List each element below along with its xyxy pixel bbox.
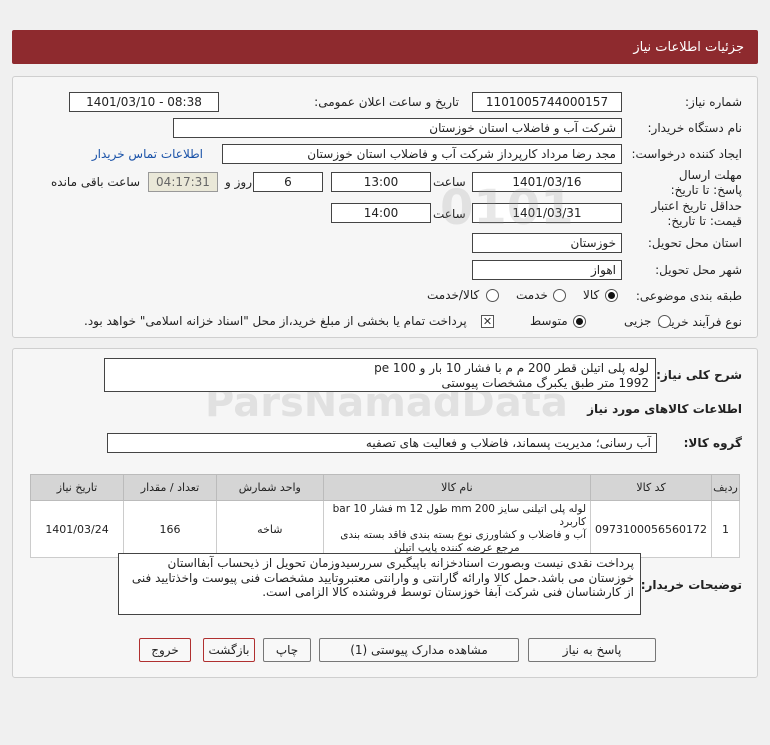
back-button[interactable]: بازگشت [203,638,255,662]
process-medium-radio[interactable] [573,315,586,328]
view-attachments-button[interactable]: مشاهده مدارک پیوستی (1) [319,638,519,662]
col-code: کد کالا [590,474,713,501]
remaining-label: ساعت باقی مانده [51,175,141,189]
summary-box: لوله پلی اتیلن قطر 200 م م با فشار 10 با… [104,358,656,392]
validity-label-text: حداقل تاریخ اعتبار قیمت: تا تاریخ: [651,199,742,228]
remaining-time-field: 04:17:31 [148,172,218,192]
category-goods-radio[interactable] [605,289,618,302]
reply-button[interactable]: پاسخ به نیاز [528,638,656,662]
requester-field: مجد رضا مرداد کارپرداز شرکت آب و فاضلاب … [222,144,622,164]
page-title-bar: جزئیات اطلاعات نیاز [12,30,758,64]
requester-label: ایجاد کننده درخواست: [631,147,742,161]
col-qty: تعداد / مقدار [123,474,217,501]
validity-time-label: ساعت [433,207,466,221]
goods-group-field: آب رسانی؛ مدیریت پسماند، فاضلاب و فعالیت… [107,433,657,453]
buyer-notes-box: پرداخت نقدی نیست وبصورت اسنادخزانه باپیگ… [118,553,641,615]
validity-date-field: 1401/03/31 [472,203,622,223]
need-number-label: شماره نیاز: [685,95,742,109]
announce-field: 1401/03/10 - 08:38 [69,92,219,112]
reply-deadline-label: مهلت ارسال پاسخ: تا تاریخ: [647,168,742,198]
cell-name: لوله پلی اتیلنی سایز mm 200 طول m 12 فشا… [322,500,592,558]
summary-line-2: 1992 متر طبق یکبرگ مشخصات پیوستی [441,376,650,390]
need-number-field: 1101005744000157 [472,92,622,112]
goods-group-label: گروه کالا: [683,436,742,450]
items-table: ردیف کد کالا نام کالا واحد شمارش تعداد /… [29,474,740,558]
category-goods-service-radio[interactable] [486,289,499,302]
summary-label: شرح کلی نیاز: [656,368,742,382]
category-service-label: خدمت [516,288,548,302]
province-field: خوزستان [472,233,622,253]
category-goods-label: کالا [583,288,600,302]
province-label: استان محل تحویل: [647,236,742,250]
days-label: روز و [225,175,252,189]
category-goods-service-label: کالا/خدمت [427,288,480,302]
buyer-org-label: نام دستگاه خریدار: [647,121,743,135]
goods-section-title: اطلاعات کالاهای مورد نیاز [587,402,742,416]
cell-name-line-1: لوله پلی اتیلنی سایز mm 200 طول m 12 فشا… [332,503,587,528]
process-minor-label: جزیی [624,314,652,328]
cell-row: 1 [711,500,740,558]
col-date: تاریخ نیاز [29,474,125,501]
days-field: 6 [253,172,323,192]
table-row: 1 0973100056560172 لوله پلی اتیلنی سایز … [29,500,740,558]
treasury-payment-checkbox[interactable]: ✕ [481,315,494,328]
cell-qty: 166 [123,500,217,558]
cell-name-line-2: آب و فاضلاب و کشاورزی نوع بسته بندی فاقد… [340,529,587,541]
col-unit: واحد شمارش [215,474,324,501]
page-title: جزئیات اطلاعات نیاز [633,40,744,55]
buyer-notes-label: توضیحات خریدار: [640,578,742,592]
city-label: شهر محل تحویل: [655,263,742,277]
process-minor-radio[interactable] [658,315,671,328]
col-row: ردیف [711,474,740,501]
cell-unit: شاخه [215,500,324,558]
treasury-payment-note: پرداخت تمام یا بخشی از مبلغ خرید،از محل … [84,314,467,328]
category-service-radio[interactable] [553,289,566,302]
cell-date: 1401/03/24 [29,500,125,558]
cell-code: 0973100056560172 [590,500,713,558]
items-table-header: ردیف کد کالا نام کالا واحد شمارش تعداد /… [29,474,740,501]
reply-time-label: ساعت [433,175,466,189]
process-medium-label: متوسط [530,314,568,328]
summary-line-1: لوله پلی اتیلن قطر 200 م م با فشار 10 با… [374,361,649,375]
buyer-org-field: شرکت آب و فاضلاب استان خوزستان [173,118,622,138]
reply-deadline-label-text: مهلت ارسال پاسخ: تا تاریخ: [670,168,742,197]
print-button[interactable]: چاپ [263,638,311,662]
col-name: نام کالا [322,474,592,501]
reply-date-field: 1401/03/16 [472,172,622,192]
reply-time-field: 13:00 [331,172,431,192]
validity-label: حداقل تاریخ اعتبار قیمت: تا تاریخ: [647,199,742,229]
announce-label: تاریخ و ساعت اعلان عمومی: [314,95,459,109]
city-field: اهواز [472,260,622,280]
validity-time-field: 14:00 [331,203,431,223]
contact-buyer-link[interactable]: اطلاعات تماس خریدار [92,147,203,161]
exit-button[interactable]: خروج [139,638,191,662]
category-label: طبقه بندی موضوعی: [635,289,742,303]
